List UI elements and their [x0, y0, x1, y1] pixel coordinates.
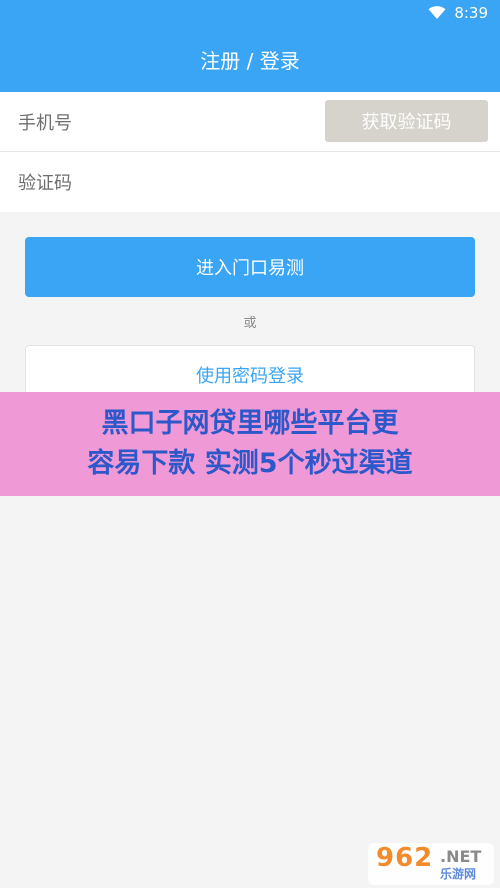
- overlay-banner: 黑口子网贷里哪些平台更 容易下款 实测5个秒过渠道: [0, 392, 500, 496]
- site-watermark-logo: 962 .NET 乐游网: [368, 843, 494, 885]
- watermark-subtitle: 乐游网: [440, 867, 477, 881]
- page-title: 注册 / 登录: [200, 48, 300, 73]
- code-row: [0, 152, 500, 214]
- get-code-button[interactable]: 获取验证码: [325, 100, 488, 142]
- verification-code-input[interactable]: [16, 152, 480, 214]
- wifi-icon: [428, 6, 446, 19]
- enter-button[interactable]: 进入门口易测: [25, 237, 475, 297]
- get-code-label: 获取验证码: [361, 112, 452, 133]
- enter-button-label: 进入门口易测: [196, 258, 304, 279]
- watermark-number: 962: [376, 843, 434, 873]
- status-bar: 8:39: [0, 0, 500, 26]
- watermark-domain: .NET: [440, 847, 482, 866]
- banner-line-2: 容易下款 实测5个秒过渠道: [87, 448, 413, 479]
- status-time: 8:39: [454, 4, 488, 22]
- status-right: 8:39: [428, 4, 488, 22]
- app-bar: 注册 / 登录: [0, 26, 500, 92]
- phone-input[interactable]: [16, 92, 310, 154]
- password-login-label: 使用密码登录: [196, 366, 304, 387]
- or-divider-text: 或: [243, 316, 257, 331]
- login-form: 获取验证码: [0, 92, 500, 214]
- phone-row: 获取验证码: [0, 92, 500, 154]
- banner-line-1: 黑口子网贷里哪些平台更: [101, 408, 399, 439]
